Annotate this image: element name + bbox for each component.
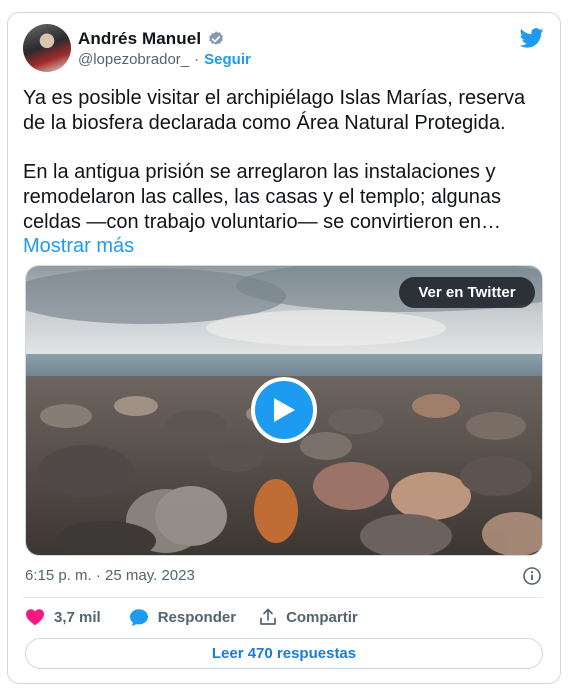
twitter-bird-icon[interactable] [520, 28, 544, 48]
author-handle-row: @lopezobrador_ · Seguir [78, 51, 251, 68]
divider [23, 597, 543, 598]
tweet-timestamp[interactable]: 6:15 p. m. · 25 may. 2023 [25, 567, 195, 584]
follow-button[interactable]: Seguir [204, 51, 251, 68]
play-button[interactable] [251, 377, 317, 443]
reply-bubble-icon [129, 608, 148, 626]
play-icon [274, 398, 295, 422]
reply-label: Responder [157, 608, 237, 626]
view-on-twitter-button[interactable]: Ver en Twitter [399, 277, 535, 308]
read-replies-button[interactable]: Leer 470 respuestas [25, 638, 543, 669]
share-button[interactable]: Compartir [259, 608, 358, 626]
author-name[interactable]: Andrés Manuel [78, 29, 201, 49]
share-icon [260, 608, 276, 625]
like-button[interactable]: 3,7 mil [25, 608, 101, 626]
reply-button[interactable]: Responder [129, 608, 236, 627]
separator: · [194, 51, 200, 68]
like-count: 3,7 mil [54, 608, 101, 626]
tweet-body: Ya es posible visitar el archipiélago Is… [23, 87, 526, 233]
author-name-row: Andrés Manuel [78, 29, 225, 49]
author-handle[interactable]: @lopezobrador_ [78, 51, 189, 68]
share-label: Compartir [286, 608, 358, 626]
avatar[interactable] [23, 24, 71, 72]
tweet-text: Ya es posible visitar el archipiélago Is… [23, 86, 538, 259]
tweet-actions: 3,7 mil Responder Compartir [25, 606, 358, 628]
info-icon[interactable] [522, 566, 542, 586]
verified-badge-icon [209, 31, 224, 45]
heart-icon [26, 609, 44, 626]
show-more-link[interactable]: Mostrar más [23, 235, 134, 257]
